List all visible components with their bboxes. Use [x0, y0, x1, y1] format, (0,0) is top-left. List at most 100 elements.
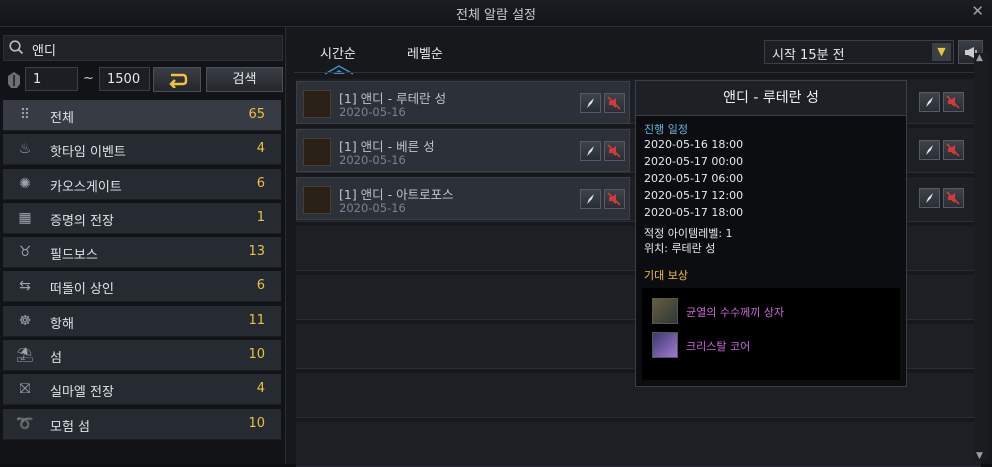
category-label: 필드보스 — [50, 248, 98, 264]
ship-wheel-icon: ☸ — [18, 312, 32, 329]
crystal-icon — [652, 332, 678, 358]
reward-name: 크리스탈 코어 — [686, 340, 751, 353]
mute-icon — [946, 191, 960, 205]
mute-alarm-button[interactable] — [604, 189, 625, 209]
category-count: 1 — [256, 209, 265, 225]
category-label: 핫타임 이벤트 — [50, 145, 126, 161]
scroll-up-icon[interactable]: ▲ — [976, 53, 983, 63]
schedule-time: 2020-05-17 18:00 — [644, 206, 744, 219]
category-count: 4 — [256, 381, 265, 397]
chest-icon — [652, 298, 678, 324]
category-list: ⠿ 전체 65 ♨ 핫타임 이벤트 4 ✺ 카오스게이트 6 ▦ 증명의 전장 … — [3, 100, 281, 443]
category-item-all[interactable]: ⠿ 전체 65 — [3, 100, 281, 131]
chevron-down-icon[interactable]: ▼ — [932, 43, 951, 61]
merchant-icon: ⇆ — [19, 278, 31, 295]
compass-icon — [587, 146, 594, 156]
mute-alarm-button[interactable] — [943, 188, 964, 208]
reset-button[interactable] — [153, 67, 201, 92]
category-item-adventure-island[interactable]: ➰ 모험 섬 10 — [3, 408, 281, 440]
mute-alarm-button[interactable] — [943, 92, 964, 112]
notify-time-select[interactable]: 시작 15분 전 ▼ — [764, 40, 954, 64]
grid-row — [296, 422, 981, 467]
min-level-input[interactable]: 1 — [25, 67, 78, 91]
window-title: 전체 알람 설정 — [455, 8, 537, 23]
event-tooltip: 앤디 - 루테란 성 진행 일정 2020-05-16 18:00 2020-0… — [635, 80, 907, 387]
location-text: 위치: 루테란 성 — [644, 242, 716, 255]
category-item-arena[interactable]: ▦ 증명의 전장 1 — [3, 202, 281, 234]
reward-list: 균열의 수수께끼 상자 크리스탈 코어 — [642, 288, 900, 380]
silmael-icon: ⛝ — [19, 381, 31, 398]
chaos-gate-icon: ✺ — [19, 175, 31, 192]
category-item-merchant[interactable]: ⇆ 떠돌이 상인 6 — [3, 271, 281, 303]
category-count: 4 — [256, 141, 265, 157]
event-date: 2020-05-16 — [339, 105, 406, 119]
mute-alarm-button[interactable] — [604, 93, 625, 113]
category-label: 모험 섬 — [50, 419, 91, 435]
search-value: 앤디 — [32, 44, 56, 59]
category-item-island[interactable]: ⛱ 섬 10 — [3, 340, 281, 372]
level-range-row: 1 ~ 1500 검색 — [3, 67, 283, 93]
event-card[interactable]: [1] 앤디 - 아트로포스 2020-05-16 — [296, 177, 630, 220]
range-tilde: ~ — [83, 71, 94, 86]
close-icon[interactable]: ✕ — [971, 2, 984, 20]
tab-divider — [294, 72, 984, 73]
category-label: 떠돌이 상인 — [50, 282, 114, 298]
category-item-hottime[interactable]: ♨ 핫타임 이벤트 4 — [3, 134, 281, 166]
mute-icon — [946, 143, 960, 157]
schedule-time: 2020-05-17 00:00 — [644, 155, 744, 168]
event-date: 2020-05-16 — [339, 201, 406, 215]
helmet-icon — [8, 72, 20, 88]
search-button[interactable]: 검색 — [206, 67, 283, 92]
field-boss-icon: ♉ — [18, 244, 32, 261]
compass-icon — [926, 193, 933, 203]
category-count: 6 — [256, 278, 265, 294]
schedule-time: 2020-05-17 06:00 — [644, 172, 744, 185]
location-pin-button[interactable] — [580, 189, 601, 209]
category-count: 10 — [248, 347, 265, 363]
event-card[interactable]: [1] 앤디 - 베른 성 2020-05-16 — [296, 129, 630, 172]
tooltip-title: 앤디 - 루테란 성 — [636, 81, 906, 116]
mute-alarm-button[interactable] — [604, 141, 625, 161]
schedule-time: 2020-05-17 12:00 — [644, 189, 744, 202]
compass-icon — [587, 98, 594, 108]
tab-level-order[interactable]: 레벨순 — [407, 43, 443, 62]
location-pin-button[interactable] — [580, 141, 601, 161]
max-level-input[interactable]: 1500 — [99, 67, 150, 91]
category-count: 10 — [248, 415, 265, 431]
reward-name: 균열의 수수께끼 상자 — [686, 306, 785, 319]
scrollbar[interactable]: ▲ ▼ — [974, 53, 988, 461]
location-pin-button[interactable] — [919, 188, 940, 208]
mute-icon — [607, 96, 621, 110]
event-thumbnail-icon — [303, 186, 331, 214]
category-item-silmael[interactable]: ⛝ 실마엘 전장 4 — [3, 374, 281, 406]
event-thumbnail-icon — [303, 90, 331, 118]
category-item-field-boss[interactable]: ♉ 필드보스 13 — [3, 237, 281, 269]
event-thumbnail-icon — [303, 138, 331, 166]
reward-label: 기대 보상 — [644, 269, 688, 282]
scroll-down-icon[interactable]: ▼ — [976, 451, 983, 461]
category-label: 카오스게이트 — [50, 179, 122, 195]
search-input[interactable]: 앤디 — [3, 35, 283, 61]
tab-time-order[interactable]: 시간순 — [320, 43, 356, 62]
event-card[interactable]: [1] 앤디 - 루테란 성 2020-05-16 — [296, 81, 630, 124]
left-panel: 앤디 1 ~ 1500 검색 ⠿ 전체 65 ♨ 핫타임 이벤트 4 ✺ 카오스… — [0, 27, 285, 464]
category-count: 6 — [256, 175, 265, 191]
location-pin-button[interactable] — [580, 93, 601, 113]
location-pin-button[interactable] — [919, 92, 940, 112]
compass-icon — [926, 145, 933, 155]
category-label: 항해 — [50, 316, 74, 332]
location-pin-button[interactable] — [919, 140, 940, 160]
adventure-island-icon: ➰ — [16, 415, 34, 432]
item-level-text: 적정 아이템레벨: 1 — [644, 227, 733, 240]
mute-icon — [607, 192, 621, 206]
schedule-time: 2020-05-16 18:00 — [644, 138, 744, 151]
category-label: 전체 — [50, 111, 74, 126]
grid-icon: ⠿ — [19, 107, 31, 123]
category-item-chaos-gate[interactable]: ✺ 카오스게이트 6 — [3, 168, 281, 200]
return-arrow-icon — [169, 73, 188, 88]
title-bar: 전체 알람 설정 ✕ — [0, 0, 992, 27]
category-item-sailing[interactable]: ☸ 항해 11 — [3, 305, 281, 337]
mute-alarm-button[interactable] — [943, 140, 964, 160]
notify-time-value: 시작 15분 전 — [772, 48, 845, 63]
compass-icon — [926, 97, 933, 107]
